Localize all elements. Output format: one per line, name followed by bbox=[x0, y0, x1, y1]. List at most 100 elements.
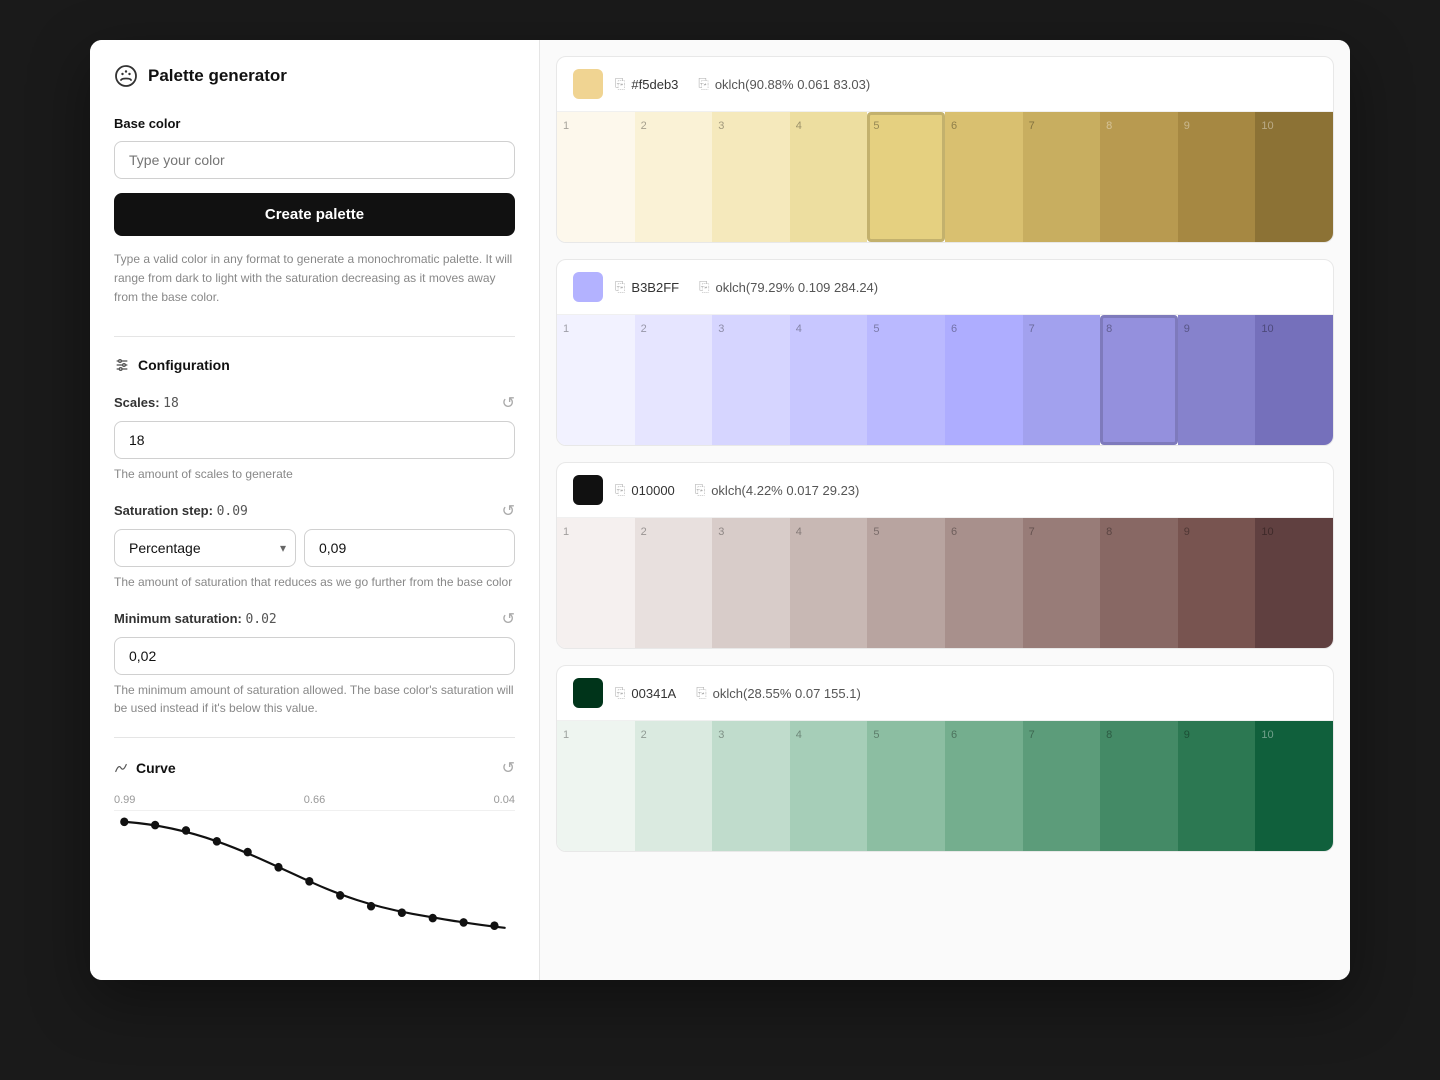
copy-oklch-icon-1[interactable]: ⎘ bbox=[698, 76, 708, 92]
copy-hex-icon-2[interactable]: ⎘ bbox=[615, 279, 625, 295]
copy-hex-icon-3[interactable]: ⎘ bbox=[615, 482, 625, 498]
swatch-cell[interactable]: 2 bbox=[635, 721, 713, 851]
copy-oklch-icon-4[interactable]: ⎘ bbox=[696, 685, 706, 701]
swatch-cell[interactable]: 2 bbox=[635, 315, 713, 445]
swatch-cell[interactable]: 3 bbox=[712, 518, 790, 648]
swatch-cell[interactable]: 1 bbox=[557, 721, 635, 851]
swatch-cell[interactable]: 4 bbox=[790, 112, 868, 242]
scales-input[interactable] bbox=[114, 421, 515, 459]
hex-value-2: B3B2FF bbox=[631, 280, 679, 295]
saturation-step-input[interactable] bbox=[304, 529, 515, 567]
swatch-cell[interactable]: 6 bbox=[945, 518, 1023, 648]
swatch-cell[interactable]: 10 bbox=[1255, 315, 1333, 445]
swatches-row-3: 1234 56789 10 bbox=[557, 518, 1333, 648]
swatch-number: 2 bbox=[641, 729, 647, 741]
swatch-cell[interactable]: 2 bbox=[635, 112, 713, 242]
swatch-cell[interactable]: 5 bbox=[867, 112, 945, 242]
oklch-value-1: oklch(90.88% 0.061 83.03) bbox=[715, 77, 870, 92]
swatch-cell[interactable]: 4 bbox=[790, 518, 868, 648]
swatch-cell[interactable]: 8 bbox=[1100, 518, 1178, 648]
swatch-number: 7 bbox=[1029, 120, 1035, 132]
swatch-cell[interactable]: 5 bbox=[867, 721, 945, 851]
swatch-number: 1 bbox=[563, 729, 569, 741]
base-color-section: Base color Create palette Type a valid c… bbox=[114, 116, 515, 308]
saturation-label-text: Saturation step: 0.09 bbox=[114, 503, 248, 519]
swatch-number: 4 bbox=[796, 526, 802, 538]
swatch-cell[interactable]: 5 bbox=[867, 315, 945, 445]
swatch-cell[interactable]: 2 bbox=[635, 518, 713, 648]
palette-oklch-1: ⎘ oklch(90.88% 0.061 83.03) bbox=[698, 76, 870, 92]
palette-oklch-4: ⎘oklch(28.55% 0.07 155.1) bbox=[696, 685, 861, 701]
palette-row-2: ⎘B3B2FF⎘oklch(79.29% 0.109 284.24)123456… bbox=[556, 259, 1334, 446]
swatch-cell[interactable]: 6 bbox=[945, 721, 1023, 851]
swatch-number: 3 bbox=[718, 729, 724, 741]
main-content: ⎘#f5deb3⎘oklch(90.88% 0.061 83.03)123456… bbox=[540, 40, 1350, 980]
swatch-cell[interactable]: 8 bbox=[1100, 315, 1178, 445]
swatch-number: 2 bbox=[641, 120, 647, 132]
create-palette-button[interactable]: Create palette bbox=[114, 193, 515, 236]
hex-value-1: #f5deb3 bbox=[631, 77, 678, 92]
swatch-number: 6 bbox=[951, 323, 957, 335]
swatch-cell[interactable]: 9 bbox=[1178, 315, 1256, 445]
swatch-cell[interactable]: 3 bbox=[712, 315, 790, 445]
swatches-row-2: 12 345 6 7 8910 bbox=[557, 315, 1333, 445]
curve-reset-button[interactable]: ↺ bbox=[502, 758, 515, 778]
swatch-cell[interactable]: 4 bbox=[790, 315, 868, 445]
swatch-number: 2 bbox=[641, 323, 647, 335]
saturation-type-select[interactable]: Percentage Absolute bbox=[114, 529, 296, 567]
palette-header-3: ⎘010000 ⎘oklch(4.22% 0.017 29.23) bbox=[557, 463, 1333, 518]
swatch-number: 9 bbox=[1184, 120, 1190, 132]
min-sat-reset-button[interactable]: ↺ bbox=[502, 609, 515, 629]
swatch-cell[interactable]: 10 bbox=[1255, 112, 1333, 242]
swatch-cell[interactable]: 7 bbox=[1023, 315, 1101, 445]
hex-value-4: 00341A bbox=[631, 686, 676, 701]
swatch-cell[interactable]: 3 bbox=[712, 721, 790, 851]
saturation-reset-button[interactable]: ↺ bbox=[502, 501, 515, 521]
color-input[interactable] bbox=[114, 141, 515, 179]
swatch-cell[interactable]: 7 bbox=[1023, 721, 1101, 851]
scales-reset-button[interactable]: ↺ bbox=[502, 393, 515, 413]
swatch-cell[interactable]: 9 bbox=[1178, 721, 1256, 851]
swatch-cell[interactable]: 1 bbox=[557, 112, 635, 242]
swatch-number: 10 bbox=[1261, 526, 1273, 538]
swatch-number: 5 bbox=[873, 120, 879, 132]
swatch-cell[interactable]: 3 bbox=[712, 112, 790, 242]
swatch-cell[interactable]: 9 bbox=[1178, 112, 1256, 242]
swatch-cell[interactable]: 8 bbox=[1100, 112, 1178, 242]
swatch-cell[interactable]: 6 bbox=[945, 112, 1023, 242]
palette-oklch-3: ⎘oklch(4.22% 0.017 29.23) bbox=[695, 482, 860, 498]
min-sat-label: Minimum saturation: 0.02 ↺ bbox=[114, 609, 515, 629]
swatch-cell[interactable]: 9 bbox=[1178, 518, 1256, 648]
swatches-row-4: 1 2 3 456789 10 bbox=[557, 721, 1333, 851]
min-saturation-input[interactable] bbox=[114, 637, 515, 675]
swatch-cell[interactable]: 7 bbox=[1023, 518, 1101, 648]
configuration-header: Configuration bbox=[114, 357, 515, 373]
palette-hex-3: ⎘010000 bbox=[615, 482, 675, 498]
swatch-number: 9 bbox=[1184, 729, 1190, 741]
palette-row-4: ⎘ 00341A ⎘oklch(28.55% 0.07 155.1) 1 2 3 45678… bbox=[556, 665, 1334, 852]
curve-mid-label: 0.66 bbox=[304, 794, 325, 806]
swatch-cell[interactable]: 7 bbox=[1023, 112, 1101, 242]
scales-field: Scales: 18 ↺ The amount of scales to gen… bbox=[114, 393, 515, 483]
swatch-cell[interactable]: 10 bbox=[1255, 518, 1333, 648]
swatch-cell[interactable]: 8 bbox=[1100, 721, 1178, 851]
min-saturation-field: Minimum saturation: 0.02 ↺ The minimum a… bbox=[114, 609, 515, 717]
copy-hex-icon-4[interactable]: ⎘ bbox=[615, 685, 625, 701]
copy-oklch-icon-3[interactable]: ⎘ bbox=[695, 482, 705, 498]
copy-hex-icon-1[interactable]: ⎘ bbox=[615, 76, 625, 92]
base-color-label: Base color bbox=[114, 116, 515, 131]
divider-1 bbox=[114, 336, 515, 337]
swatch-cell[interactable]: 1 bbox=[557, 518, 635, 648]
swatch-cell[interactable]: 10 bbox=[1255, 721, 1333, 851]
swatches-row-1: 12 345 67 89 10 bbox=[557, 112, 1333, 242]
swatch-cell[interactable]: 5 bbox=[867, 518, 945, 648]
swatch-cell[interactable]: 1 bbox=[557, 315, 635, 445]
swatch-number: 7 bbox=[1029, 323, 1035, 335]
config-icon bbox=[114, 357, 130, 373]
swatch-cell[interactable]: 6 bbox=[945, 315, 1023, 445]
swatch-cell[interactable]: 4 bbox=[790, 721, 868, 851]
palette-icon bbox=[114, 64, 138, 88]
swatch-number: 5 bbox=[873, 323, 879, 335]
swatch-number: 10 bbox=[1261, 729, 1273, 741]
copy-oklch-icon-2[interactable]: ⎘ bbox=[699, 279, 709, 295]
